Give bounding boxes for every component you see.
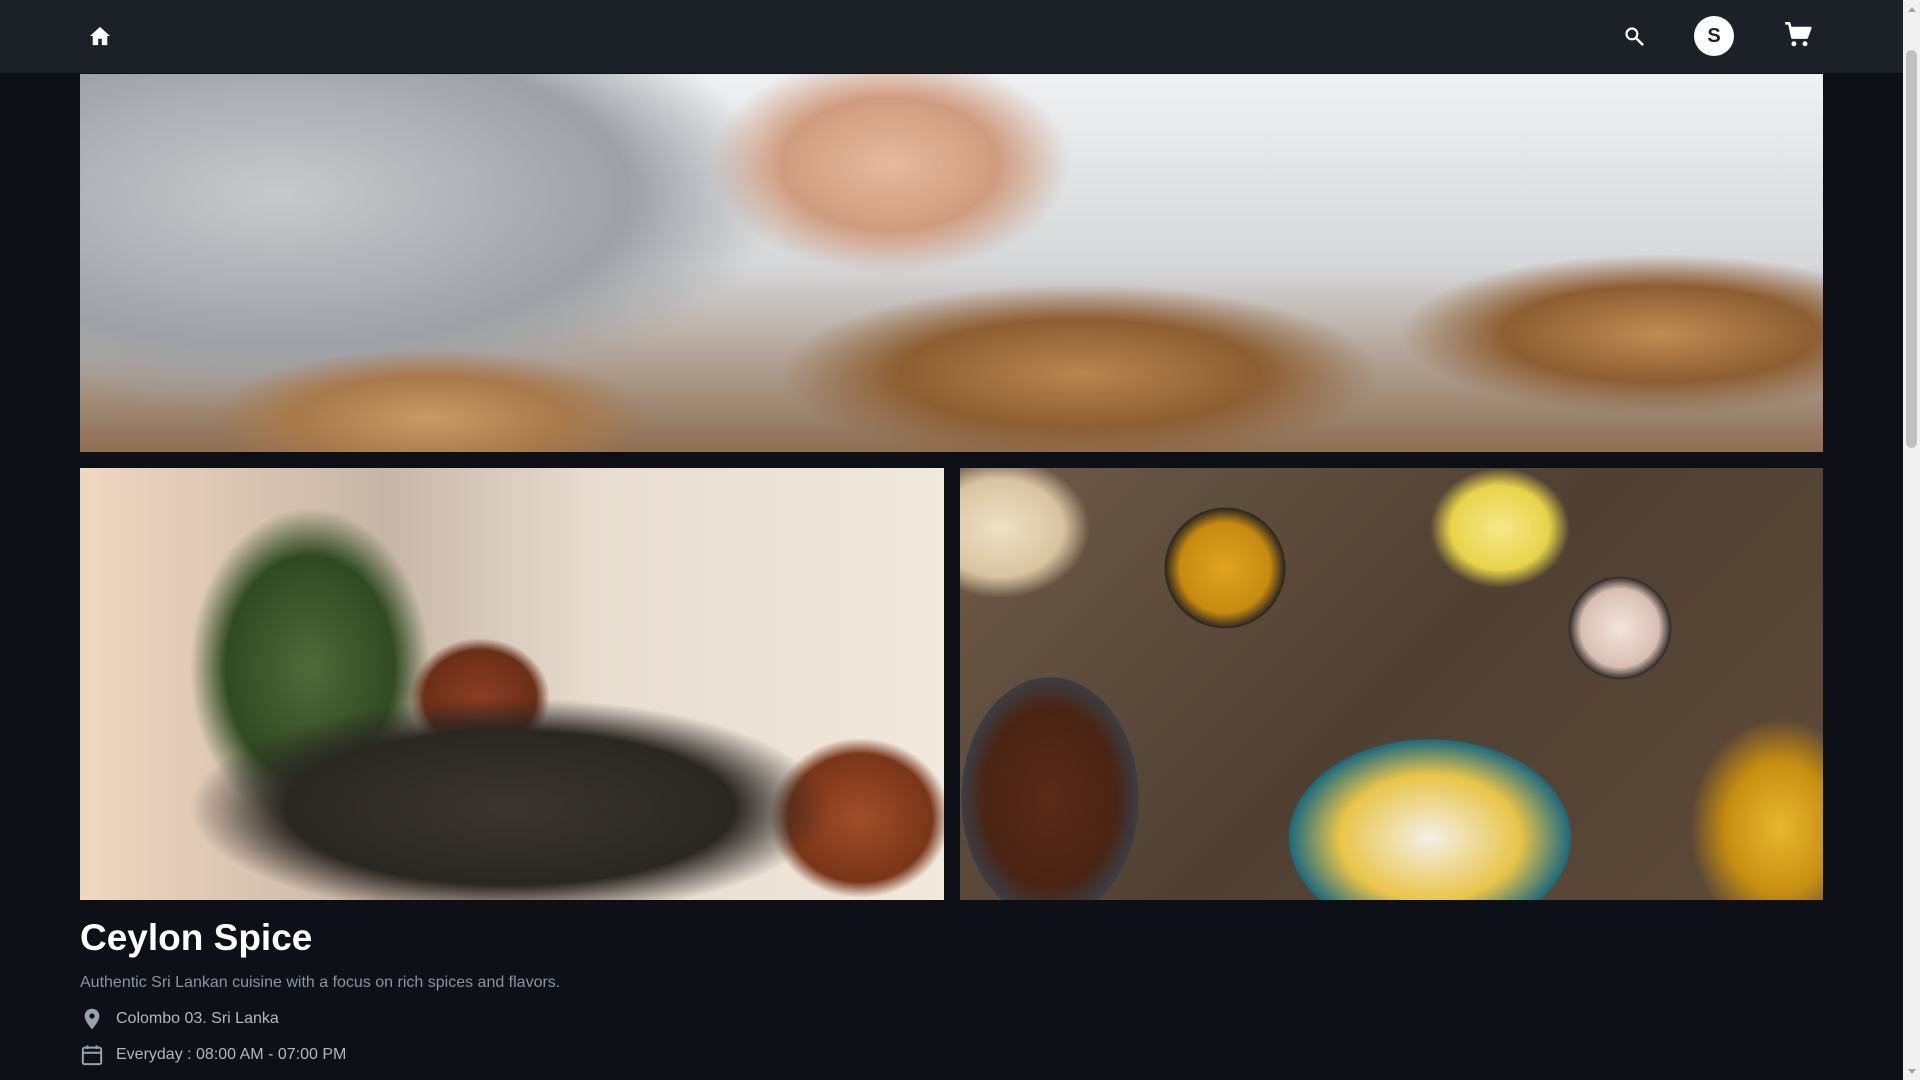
hours-text: Everyday : 08:00 AM - 07:00 PM xyxy=(116,1046,347,1063)
scroll-down-arrow[interactable] xyxy=(1903,1063,1920,1080)
location-text: Colombo 03. Sri Lanka xyxy=(116,1010,279,1027)
restaurant-name: Ceylon Spice xyxy=(80,917,313,958)
location-row: Colombo 03. Sri Lanka xyxy=(80,1007,279,1031)
dining-room-image xyxy=(80,468,944,900)
spices-image xyxy=(960,468,1823,900)
top-app-bar: S xyxy=(0,0,1903,73)
shopping-cart-icon xyxy=(1785,22,1812,47)
scroll-up-arrow[interactable] xyxy=(1903,0,1920,17)
restaurant-description: Authentic Sri Lankan cuisine with a focu… xyxy=(80,974,561,991)
user-avatar[interactable]: S xyxy=(1694,16,1734,56)
search-icon xyxy=(1625,27,1644,46)
scrollbar-thumb[interactable] xyxy=(1906,50,1917,448)
page-scrollbar[interactable] xyxy=(1903,0,1920,1080)
cart-button[interactable] xyxy=(1781,18,1815,52)
hours-row: Everyday : 08:00 AM - 07:00 PM xyxy=(80,1043,346,1067)
location-pin-icon xyxy=(80,1007,104,1031)
home-icon xyxy=(90,26,110,46)
calendar-icon xyxy=(80,1043,104,1067)
arrow-down-icon xyxy=(1907,1068,1916,1074)
arrow-up-icon xyxy=(1907,6,1916,12)
hero-image xyxy=(80,74,1823,452)
search-button[interactable] xyxy=(1618,20,1650,52)
avatar-letter: S xyxy=(1707,24,1721,47)
home-button[interactable] xyxy=(84,20,116,52)
